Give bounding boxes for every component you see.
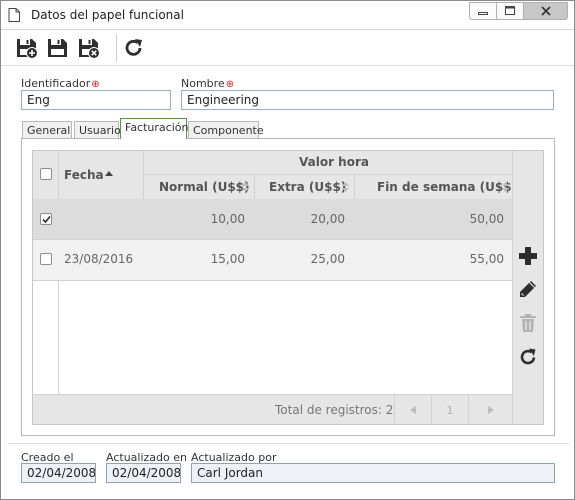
select-all-checkbox[interactable] [40, 168, 52, 180]
name-label: Nombre⊕ [181, 77, 235, 90]
grid-side-actions [512, 151, 543, 424]
maximize-icon [505, 6, 515, 15]
next-page-button[interactable] [468, 395, 512, 425]
column-header-normal[interactable]: Normal (U$$) [159, 180, 250, 194]
chevron-right-icon [487, 406, 494, 414]
tab-componente[interactable]: Componente [188, 121, 264, 139]
name-field[interactable]: Engineering [181, 90, 554, 110]
dialog-window: Datos del papel funcional Identificador⊕… [0, 0, 575, 500]
updated-by-field: Carl Jordan [191, 463, 555, 483]
sort-icon [242, 182, 249, 192]
sort-asc-icon [105, 171, 113, 176]
window-title: Datos del papel funcional [31, 8, 184, 22]
minimize-button[interactable] [469, 2, 496, 20]
tab-general[interactable]: General [22, 121, 72, 139]
tab-usuario[interactable]: Usuario [74, 121, 121, 139]
sort-icon [342, 182, 349, 192]
required-icon: ⊕ [225, 79, 235, 90]
cell-fecha: 23/08/2016 [64, 252, 134, 266]
grid-divider [143, 174, 512, 175]
add-icon[interactable] [518, 246, 538, 266]
close-icon [540, 6, 551, 16]
close-button[interactable] [523, 2, 568, 20]
identifier-label: Identificador⊕ [21, 77, 100, 90]
footer-separator [8, 443, 569, 444]
edit-icon[interactable] [518, 279, 538, 299]
window-controls [469, 2, 568, 20]
cell-normal: 10,00 [210, 212, 245, 226]
checkmark-icon [42, 215, 51, 224]
prev-page-button[interactable] [394, 395, 431, 425]
billing-grid: Valor hora Normal (U$$) Extra (U$$) Fin … [32, 150, 544, 425]
cell-extra: 25,00 [310, 252, 345, 266]
created-date-field: 02/04/2008 [21, 463, 96, 483]
cell-weekend: 50,00 [469, 212, 504, 226]
row-checkbox[interactable] [40, 253, 52, 265]
minimize-icon [478, 12, 488, 15]
document-icon [8, 8, 20, 22]
cell-normal: 15,00 [210, 252, 245, 266]
maximize-button[interactable] [496, 2, 523, 20]
title-bar: Datos del papel funcional [1, 1, 574, 30]
grid-empty-area [59, 281, 512, 394]
column-header-fecha[interactable]: Fecha [64, 168, 104, 182]
save-new-icon[interactable] [16, 37, 38, 59]
page-number[interactable]: 1 [431, 395, 468, 425]
total-records: Total de registros: 2 [275, 403, 394, 417]
table-row[interactable]: 23/08/2016 15,00 25,00 55,00 [33, 240, 512, 280]
save-icon[interactable] [47, 37, 69, 59]
toolbar-separator [116, 34, 117, 62]
grid-divider [58, 281, 59, 394]
chevron-left-icon [410, 406, 416, 414]
cell-weekend: 55,00 [469, 252, 504, 266]
cell-extra: 20,00 [310, 212, 345, 226]
group-header-valor-hora: Valor hora [299, 155, 369, 169]
updated-date-field: 02/04/2008 [106, 463, 181, 483]
refresh-icon[interactable] [518, 347, 538, 367]
save-close-icon[interactable] [78, 37, 100, 59]
identifier-field[interactable]: Eng [21, 90, 171, 110]
grid-pager: Total de registros: 2 1 [33, 394, 512, 425]
sort-icon [502, 182, 509, 192]
column-header-weekend[interactable]: Fin de semana (U$$) [377, 180, 517, 194]
refresh-icon[interactable] [123, 37, 145, 59]
toolbar [1, 30, 574, 66]
delete-icon[interactable] [518, 313, 538, 333]
tab-facturacion[interactable]: Facturación [120, 118, 188, 139]
required-icon: ⊕ [91, 79, 100, 90]
row-checkbox[interactable] [40, 213, 52, 225]
table-row[interactable]: 10,00 20,00 50,00 [33, 199, 512, 239]
column-header-extra[interactable]: Extra (U$$) [269, 180, 346, 194]
